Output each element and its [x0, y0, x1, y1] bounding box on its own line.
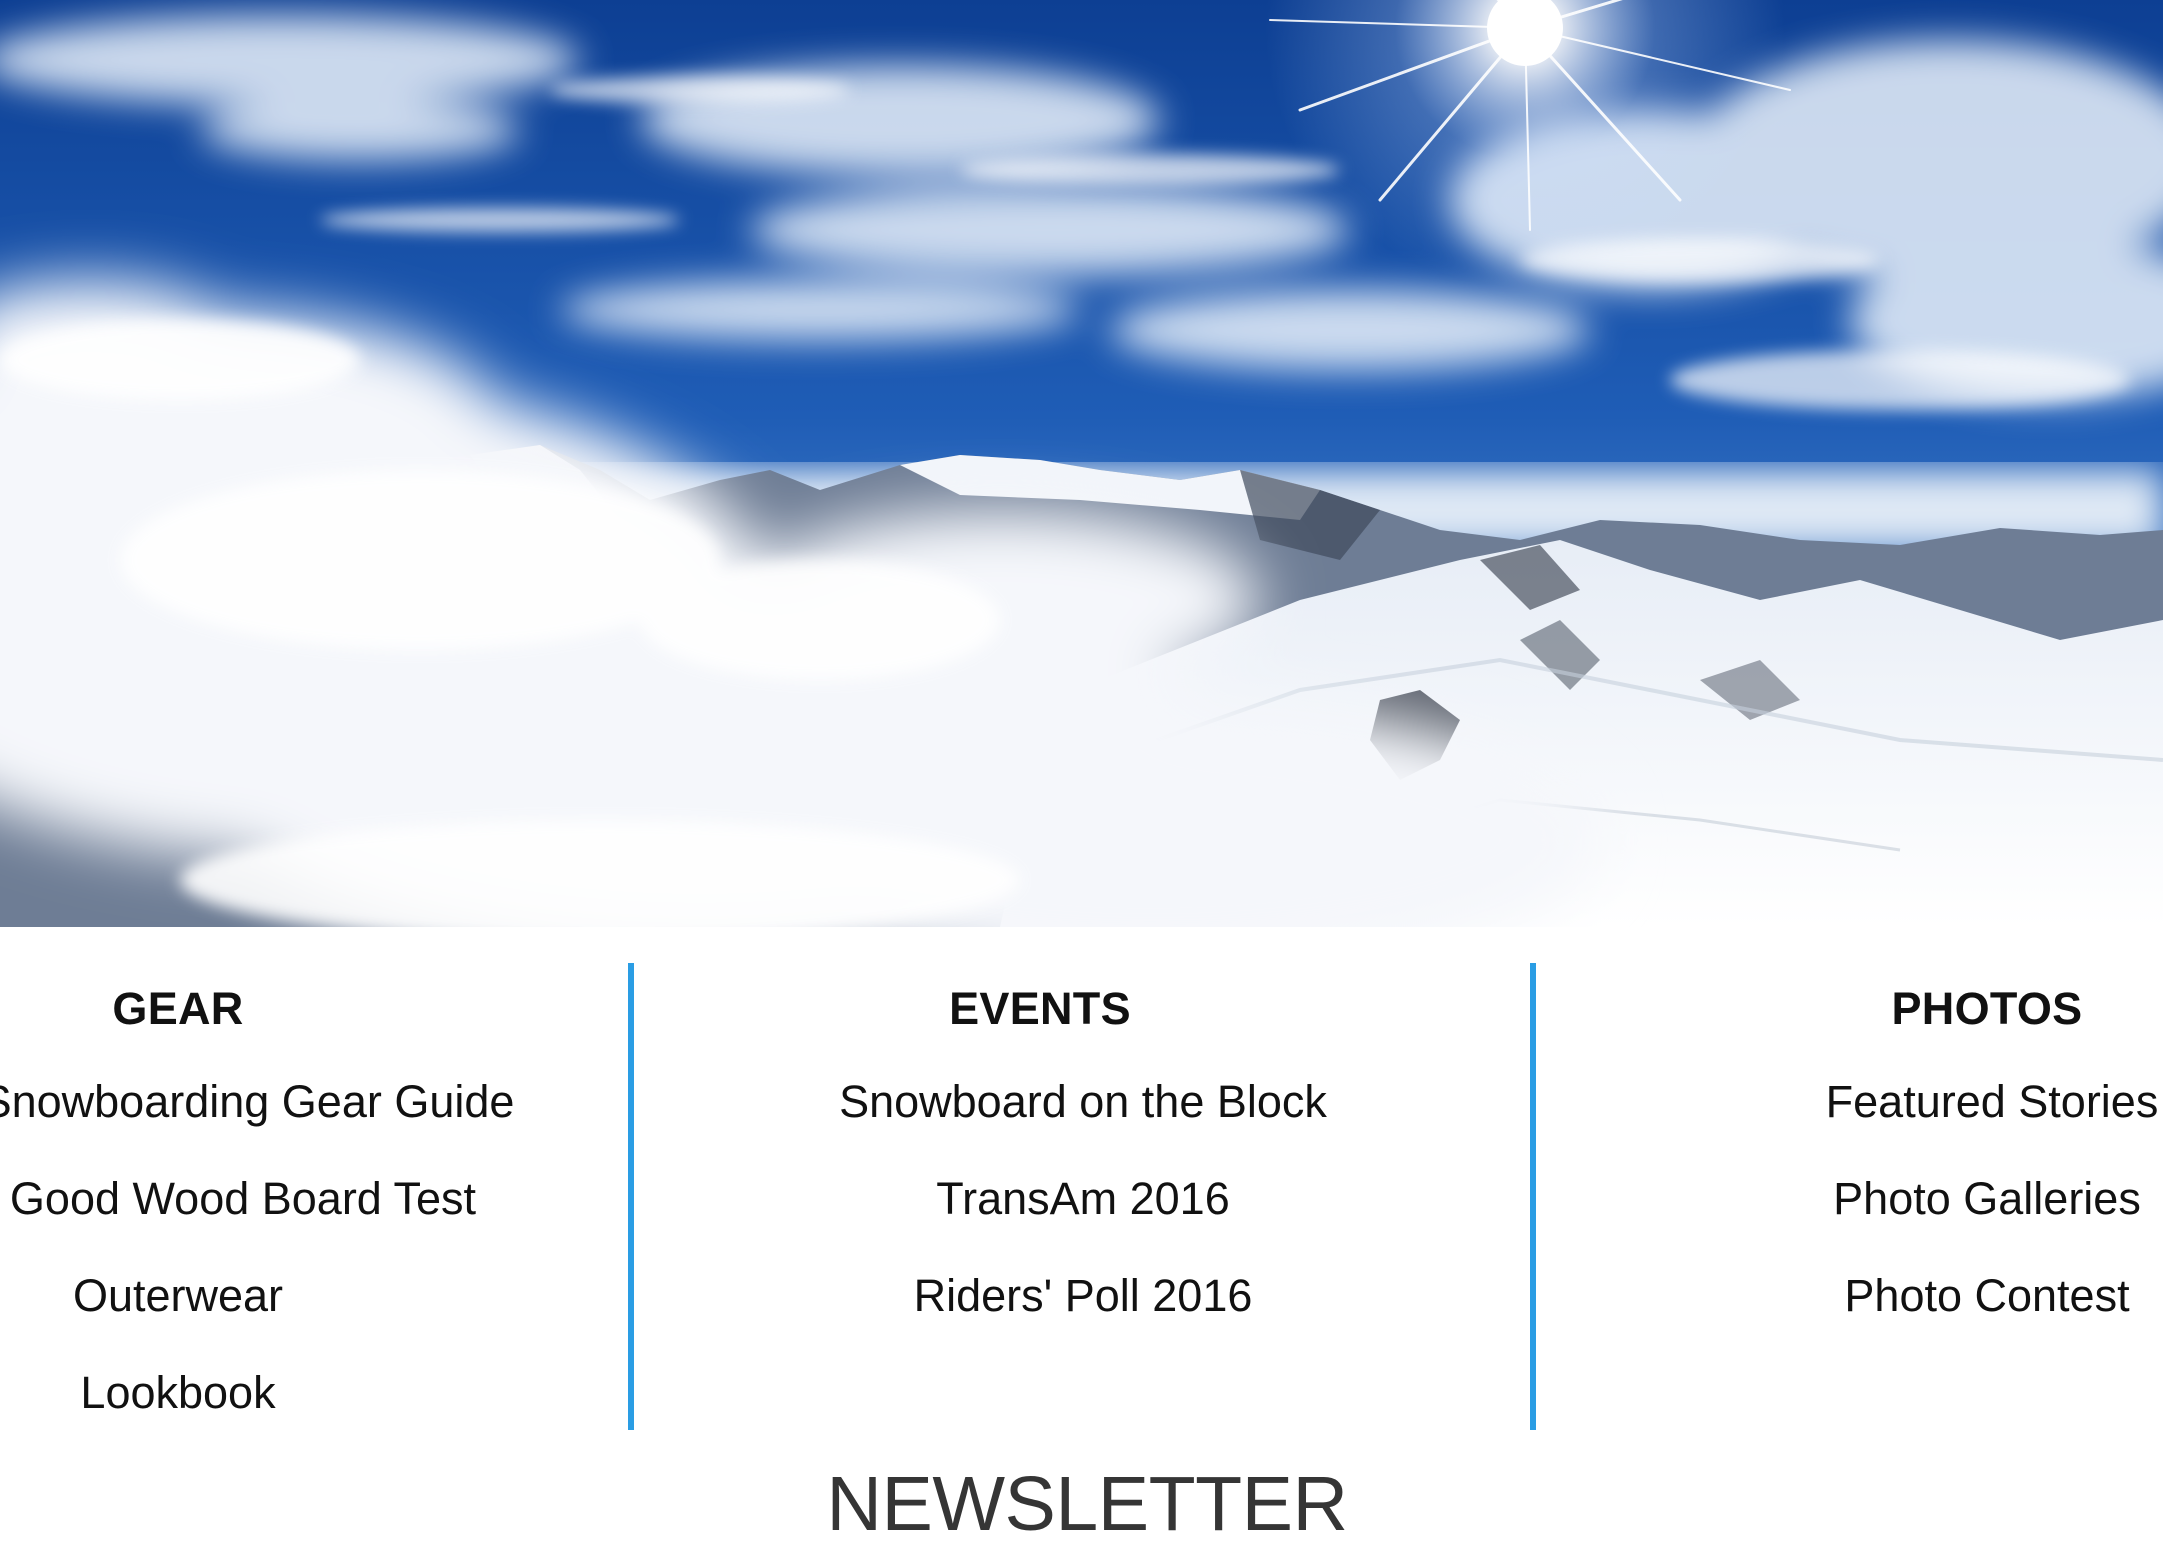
gear-link-lookbook[interactable]: Lookbook [80, 1367, 275, 1419]
gear-link-outerwear[interactable]: Outerwear [73, 1270, 283, 1322]
events-heading: EVENTS [949, 983, 1131, 1034]
events-link-transam-2016[interactable]: TransAm 2016 [936, 1173, 1229, 1225]
hero-image [0, 0, 2163, 927]
gear-link-snowboarding-gear-guide[interactable]: Snowboarding Gear Guide [0, 1076, 514, 1128]
photos-link-featured-stories[interactable]: Featured Stories [1826, 1076, 2159, 1128]
column-divider [628, 963, 634, 1430]
photos-link-photo-galleries[interactable]: Photo Galleries [1833, 1173, 2141, 1225]
gear-heading: GEAR [112, 983, 244, 1034]
photos-heading: PHOTOS [1891, 983, 2083, 1034]
newsletter-heading: NEWSLETTER [826, 1461, 1348, 1547]
mountain-panorama-image [0, 0, 2163, 927]
column-divider [1530, 963, 1536, 1430]
gear-link-good-wood-board-test[interactable]: Good Wood Board Test [10, 1173, 476, 1225]
events-link-riders-poll-2016[interactable]: Riders' Poll 2016 [914, 1270, 1253, 1322]
events-link-snowboard-on-the-block[interactable]: Snowboard on the Block [839, 1076, 1327, 1128]
photos-link-photo-contest[interactable]: Photo Contest [1844, 1270, 2129, 1322]
